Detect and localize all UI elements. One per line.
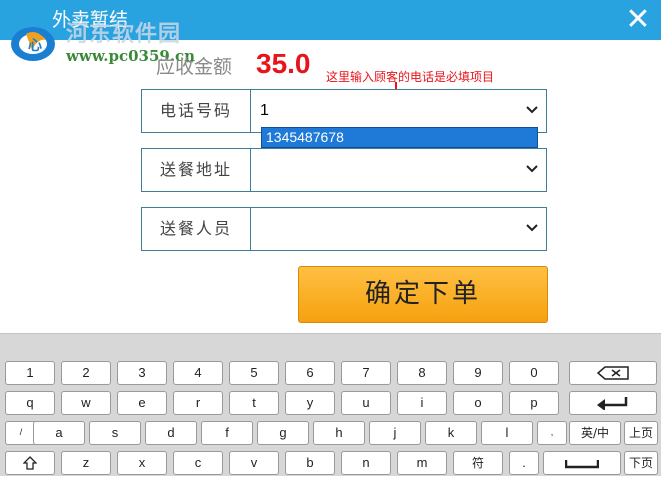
key-3[interactable]: 3 <box>117 361 167 385</box>
key-t[interactable]: t <box>229 391 279 415</box>
key-r[interactable]: r <box>173 391 223 415</box>
phone-label: 电话号码 <box>142 90 251 132</box>
key-u[interactable]: u <box>341 391 391 415</box>
key-2[interactable]: 2 <box>61 361 111 385</box>
phone-suggestion-item[interactable]: 1345487678 <box>261 127 538 148</box>
key-period[interactable]: . <box>509 451 539 475</box>
key-x[interactable]: x <box>117 451 167 475</box>
space-icon <box>564 460 600 469</box>
key-l[interactable]: l <box>481 421 533 445</box>
page-up-key[interactable]: 上页 <box>624 421 658 445</box>
courier-row: 送餐人员 <box>141 207 547 251</box>
phone-combobox-input[interactable]: 1 <box>260 90 269 132</box>
watermark-site-name: 河东软件园 <box>66 21 182 47</box>
on-screen-keyboard: 1 2 3 4 5 6 7 8 9 0 q w e r t y u i o p … <box>0 333 661 476</box>
page-down-key[interactable]: 下页 <box>624 451 658 475</box>
language-toggle-key[interactable]: 英/中 <box>569 421 621 445</box>
shift-key[interactable] <box>5 451 55 475</box>
space-key[interactable] <box>543 451 621 475</box>
key-1[interactable]: 1 <box>5 361 55 385</box>
key-m[interactable]: m <box>397 451 447 475</box>
address-row: 送餐地址 <box>141 148 547 192</box>
key-o[interactable]: o <box>453 391 503 415</box>
enter-icon <box>597 397 628 411</box>
key-y[interactable]: y <box>285 391 335 415</box>
amount-value: 35.0 <box>256 48 311 79</box>
shift-icon <box>22 456 38 470</box>
key-6[interactable]: 6 <box>285 361 335 385</box>
key-0[interactable]: 0 <box>509 361 559 385</box>
key-i[interactable]: i <box>397 391 447 415</box>
key-g[interactable]: g <box>257 421 309 445</box>
key-comma[interactable]: , <box>537 421 567 445</box>
annotation-text: 这里输入顾客的电话是必填项目 <box>326 70 495 84</box>
symbol-key[interactable]: 符 <box>453 451 503 475</box>
key-7[interactable]: 7 <box>341 361 391 385</box>
key-j[interactable]: j <box>369 421 421 445</box>
key-h[interactable]: h <box>313 421 365 445</box>
svg-text:心: 心 <box>28 38 42 54</box>
close-icon[interactable]: ✕ <box>615 0 661 40</box>
chevron-down-icon[interactable] <box>526 164 538 174</box>
backspace-key[interactable] <box>569 361 657 385</box>
confirm-order-button[interactable]: 确定下单 <box>298 266 548 323</box>
key-v[interactable]: v <box>229 451 279 475</box>
enter-key[interactable] <box>569 391 657 415</box>
key-z[interactable]: z <box>61 451 111 475</box>
courier-label: 送餐人员 <box>142 208 251 250</box>
key-e[interactable]: e <box>117 391 167 415</box>
chevron-down-icon[interactable] <box>526 105 538 115</box>
chevron-down-icon[interactable] <box>526 223 538 233</box>
key-8[interactable]: 8 <box>397 361 447 385</box>
key-b[interactable]: b <box>285 451 335 475</box>
key-p[interactable]: p <box>509 391 559 415</box>
backspace-icon <box>596 366 629 380</box>
key-4[interactable]: 4 <box>173 361 223 385</box>
key-w[interactable]: w <box>61 391 111 415</box>
key-s[interactable]: s <box>89 421 141 445</box>
key-9[interactable]: 9 <box>453 361 503 385</box>
key-d[interactable]: d <box>145 421 197 445</box>
address-label: 送餐地址 <box>142 149 251 191</box>
key-f[interactable]: f <box>201 421 253 445</box>
key-5[interactable]: 5 <box>229 361 279 385</box>
amount-label: 应收金额 <box>156 56 233 78</box>
key-n[interactable]: n <box>341 451 391 475</box>
key-c[interactable]: c <box>173 451 223 475</box>
key-k[interactable]: k <box>425 421 477 445</box>
key-a[interactable]: a <box>33 421 85 445</box>
key-q[interactable]: q <box>5 391 55 415</box>
watermark-logo: 心 <box>11 27 55 61</box>
